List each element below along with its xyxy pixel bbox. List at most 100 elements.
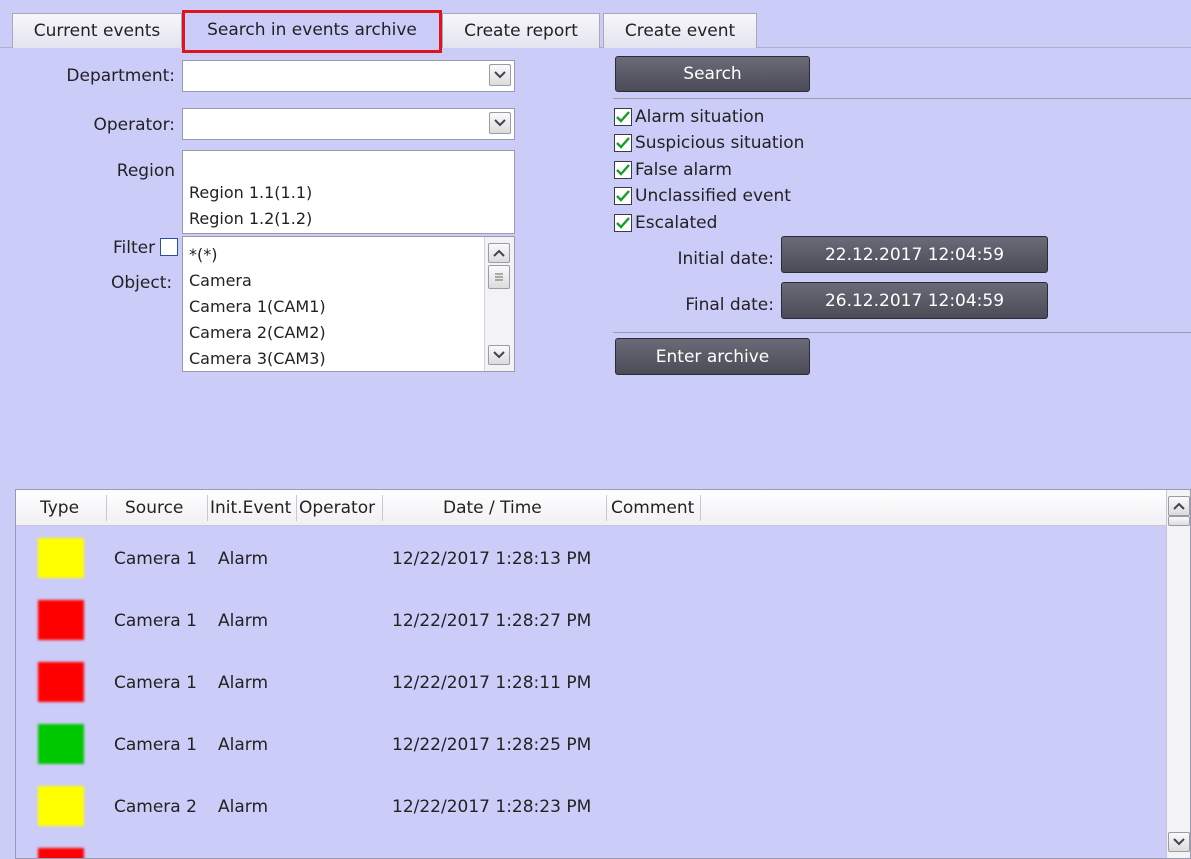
table-cell-source: Camera 1	[114, 673, 197, 693]
list-item[interactable]: *(*)	[189, 245, 217, 264]
scroll-down-icon[interactable]	[1168, 832, 1190, 852]
final-date-label: Final date:	[685, 295, 774, 315]
object-scrollbar[interactable]	[484, 237, 514, 371]
event-type-indicator	[38, 538, 84, 578]
column-header-operator[interactable]: Operator	[299, 490, 375, 526]
table-header: Type Source Init.Event Operator Date / T…	[16, 490, 1168, 526]
filter-label: Filter	[113, 238, 156, 258]
table-cell-init-event: Alarm	[218, 735, 269, 755]
table-cell-source: Camera 1	[114, 549, 197, 569]
table-cell-source: Camera 1	[114, 735, 197, 755]
list-item[interactable]: Camera 2(CAM2)	[189, 323, 326, 342]
column-header-type[interactable]: Type	[40, 490, 79, 526]
department-combo[interactable]	[182, 60, 515, 92]
tab-current-events[interactable]: Current events	[12, 13, 182, 48]
events-table: Type Source Init.Event Operator Date / T…	[15, 489, 1191, 859]
column-separator[interactable]	[606, 495, 607, 521]
tab-create-report[interactable]: Create report	[442, 13, 600, 48]
column-separator[interactable]	[106, 495, 107, 521]
list-item[interactable]: Region 1.1(1.1)	[189, 183, 312, 202]
enter-archive-button[interactable]: Enter archive	[615, 338, 810, 375]
tab-bar: Current events Search in events archive …	[0, 0, 1191, 49]
column-separator[interactable]	[382, 495, 383, 521]
department-label: Department:	[66, 66, 175, 86]
checkbox-label: Alarm situation	[635, 107, 765, 127]
checkbox-alarm-situation[interactable]: Alarm situation	[614, 105, 764, 129]
initial-date-field[interactable]: 22.12.2017 12:04:59	[781, 236, 1048, 273]
column-separator[interactable]	[296, 495, 297, 521]
table-cell-source: Camera 2	[114, 797, 197, 817]
table-cell-date-time: 12/22/2017 1:28:27 PM	[392, 611, 592, 631]
column-header-source[interactable]: Source	[125, 490, 183, 526]
event-type-indicator	[38, 662, 84, 702]
object-label: Object:	[111, 273, 173, 293]
table-row[interactable]: Camera 1 Alarm 12/22/2017 1:28:11 PM	[16, 652, 1168, 714]
tab-create-event[interactable]: Create event	[603, 13, 757, 48]
check-icon[interactable]	[614, 108, 632, 126]
scroll-thumb[interactable]	[1168, 516, 1190, 526]
object-list[interactable]: *(*) Camera Camera 1(CAM1) Camera 2(CAM2…	[182, 236, 515, 372]
table-cell-init-event: Alarm	[218, 673, 269, 693]
checkbox-unclassified-event[interactable]: Unclassified event	[614, 184, 791, 208]
check-icon[interactable]	[614, 187, 632, 205]
region-label: Region	[116, 161, 175, 181]
checkbox-label: Escalated	[635, 213, 718, 233]
list-item[interactable]: Camera	[189, 271, 252, 290]
tab-label: Current events	[33, 21, 161, 41]
table-cell-init-event: Alarm	[218, 797, 269, 817]
table-cell-date-time: 12/22/2017 1:28:11 PM	[392, 673, 592, 693]
operator-label: Operator:	[93, 115, 175, 135]
scroll-down-icon[interactable]	[488, 345, 510, 365]
checkbox-label: False alarm	[635, 160, 732, 180]
filter-checkbox[interactable]	[160, 238, 178, 256]
checkbox-suspicious-situation[interactable]: Suspicious situation	[614, 131, 804, 155]
table-scrollbar[interactable]	[1166, 490, 1190, 858]
initial-date-label: Initial date:	[677, 249, 774, 269]
chevron-down-icon[interactable]	[489, 64, 511, 86]
table-row[interactable]: Camera 1 Alarm 12/22/2017 1:28:27 PM	[16, 590, 1168, 652]
table-row[interactable]: Camera 1 Alarm 12/22/2017 1:28:25 PM	[16, 714, 1168, 776]
table-cell-date-time: 12/22/2017 1:28:23 PM	[392, 797, 592, 817]
column-separator[interactable]	[207, 495, 208, 521]
event-type-indicator	[38, 786, 84, 826]
tab-label: Create event	[624, 21, 736, 41]
divider	[613, 332, 1191, 333]
divider	[613, 98, 1191, 99]
check-icon[interactable]	[614, 134, 632, 152]
tab-search-in-events-archive[interactable]: Search in events archive	[184, 10, 440, 49]
table-row[interactable]	[16, 838, 1168, 858]
scroll-up-icon[interactable]	[1168, 496, 1190, 516]
list-item[interactable]: Camera 1(CAM1)	[189, 297, 326, 316]
list-item[interactable]: Region 1.2(1.2)	[189, 209, 312, 228]
tab-label: Create report	[464, 21, 578, 41]
scroll-up-icon[interactable]	[488, 243, 510, 263]
table-cell-init-event: Alarm	[218, 611, 269, 631]
table-cell-source: Camera 1	[114, 611, 197, 631]
table-row[interactable]: Camera 2 Alarm 12/22/2017 1:28:23 PM	[16, 776, 1168, 838]
search-button[interactable]: Search	[615, 56, 810, 92]
column-header-init-event[interactable]: Init.Event	[210, 490, 291, 526]
check-icon[interactable]	[614, 161, 632, 179]
chevron-down-icon[interactable]	[489, 112, 511, 134]
checkbox-false-alarm[interactable]: False alarm	[614, 158, 732, 182]
event-type-indicator	[38, 848, 84, 858]
column-separator[interactable]	[700, 495, 701, 521]
scroll-thumb[interactable]	[488, 265, 510, 289]
checkbox-label: Unclassified event	[635, 186, 791, 206]
check-icon[interactable]	[614, 214, 632, 232]
final-date-field[interactable]: 26.12.2017 12:04:59	[781, 282, 1048, 319]
column-header-date-time[interactable]: Date / Time	[443, 490, 542, 526]
table-cell-date-time: 12/22/2017 1:28:25 PM	[392, 735, 592, 755]
checkbox-label: Suspicious situation	[635, 133, 805, 153]
event-type-indicator	[38, 600, 84, 640]
tab-label: Search in events archive	[207, 20, 417, 40]
checkbox-escalated[interactable]: Escalated	[614, 211, 717, 235]
region-list[interactable]: Region 1.1(1.1) Region 1.2(1.2)	[182, 150, 515, 234]
column-header-comment[interactable]: Comment	[611, 490, 694, 526]
table-row[interactable]: Camera 1 Alarm 12/22/2017 1:28:13 PM	[16, 528, 1168, 590]
operator-combo[interactable]	[182, 108, 515, 140]
list-item[interactable]: Camera 3(CAM3)	[189, 349, 326, 368]
table-cell-date-time: 12/22/2017 1:28:13 PM	[392, 549, 592, 569]
event-type-indicator	[38, 724, 84, 764]
table-cell-init-event: Alarm	[218, 549, 269, 569]
